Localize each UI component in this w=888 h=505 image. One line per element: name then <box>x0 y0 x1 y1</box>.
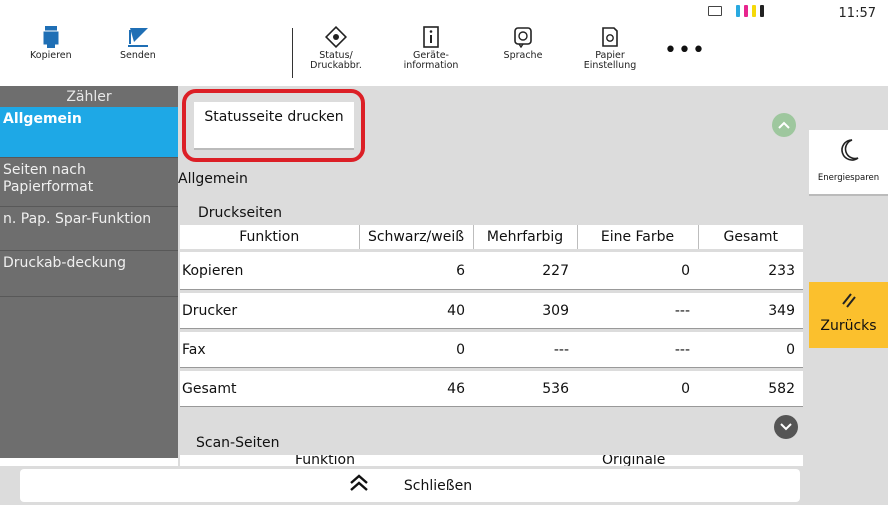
cyan-ink-icon <box>736 5 740 17</box>
energy-saver-button[interactable]: Energiesparen <box>809 130 888 196</box>
send-icon <box>126 26 150 48</box>
scan-pages-label: Scan-Seiten <box>196 435 280 451</box>
table-row: Kopieren 6 227 0 233 <box>180 252 803 293</box>
energy-saver-label: Energiesparen <box>817 173 880 183</box>
toolbar-divider <box>292 28 293 78</box>
eye-icon <box>325 26 347 48</box>
close-button[interactable]: Schließen <box>20 469 800 502</box>
scroll-up-button[interactable] <box>772 113 796 137</box>
moon-icon <box>838 138 860 169</box>
reset-label: Zurücks <box>820 318 877 334</box>
device-info-label: Geräte- information <box>403 50 459 71</box>
language-icon <box>513 26 533 48</box>
sidebar-item-print-coverage[interactable]: Druckab-deckung <box>0 251 178 297</box>
top-toolbar: 11:57 Kopieren Senden Status/ Druckabbr.… <box>0 0 888 86</box>
table-cell: 233 <box>698 252 803 293</box>
table-cell: --- <box>577 330 698 371</box>
row-label: Gesamt <box>180 369 359 410</box>
column-header: Funktion <box>180 225 360 249</box>
paper-settings-label: Papier Einstellung <box>583 50 637 71</box>
chevron-down-icon <box>780 423 792 431</box>
sidebar-item-pages-by-paper-size[interactable]: Seiten nach Papierformat <box>0 158 178 207</box>
column-header: Originale <box>602 455 666 466</box>
double-chevron-up-icon <box>348 474 370 497</box>
scan-table-header: Funktion Originale <box>180 455 803 466</box>
table-cell: 582 <box>698 369 803 410</box>
table-cell: 349 <box>698 291 803 332</box>
device-info-button[interactable]: Geräte- information <box>400 26 462 71</box>
table-cell: 40 <box>359 291 473 332</box>
cast-icon <box>708 6 722 16</box>
send-label: Senden <box>120 50 156 61</box>
table-row: Drucker 40 309 --- 349 <box>180 291 803 332</box>
language-button[interactable]: Sprache <box>498 26 548 61</box>
table-cell: 0 <box>359 330 473 371</box>
status-button[interactable]: Status/ Druckabbr. <box>310 26 362 71</box>
table-cell: 0 <box>577 369 698 410</box>
column-header: Eine Farbe <box>577 225 699 249</box>
table-cell: --- <box>577 291 698 332</box>
language-label: Sprache <box>503 50 543 61</box>
yellow-ink-icon <box>752 5 756 17</box>
copy-label: Kopieren <box>30 50 72 61</box>
row-label: Drucker <box>180 291 359 332</box>
column-header: Funktion <box>295 455 355 466</box>
table-cell: 46 <box>359 369 473 410</box>
send-button[interactable]: Senden <box>120 26 156 61</box>
sidebar-header: Zähler <box>66 89 112 105</box>
reset-button[interactable]: Zurücks <box>809 282 888 348</box>
status-icons <box>708 5 764 17</box>
more-menu-button[interactable]: ••• <box>664 38 706 63</box>
table-row: Gesamt 46 536 0 582 <box>180 369 803 410</box>
column-header: Gesamt <box>698 225 803 249</box>
print-pages-label: Druckseiten <box>198 205 282 221</box>
table-row: Fax 0 --- --- 0 <box>180 330 803 371</box>
chevron-up-icon <box>778 121 790 129</box>
reset-icon <box>839 290 859 314</box>
sidebar-item-paper-saving[interactable]: n. Pap. Spar-Funktion <box>0 207 178 251</box>
section-title: Allgemein <box>178 171 248 187</box>
column-header: Mehrfarbig <box>473 225 578 249</box>
paper-settings-icon <box>600 26 620 48</box>
black-ink-icon <box>760 5 764 17</box>
column-header: Schwarz/weiß <box>359 225 474 249</box>
close-label: Schließen <box>403 477 473 494</box>
magenta-ink-icon <box>744 5 748 17</box>
right-rail: Energiesparen Zurücks <box>805 86 888 505</box>
row-label: Fax <box>180 330 359 371</box>
row-label: Kopieren <box>180 252 359 293</box>
table-cell: 6 <box>359 252 473 293</box>
copy-button[interactable]: Kopieren <box>30 26 72 61</box>
table-cell: 0 <box>698 330 803 371</box>
table-cell: --- <box>473 330 577 371</box>
paper-settings-button[interactable]: Papier Einstellung <box>582 26 638 71</box>
table-cell: 309 <box>473 291 577 332</box>
table-cell: 0 <box>577 252 698 293</box>
sidebar-item-general[interactable]: Allgemein <box>0 107 178 158</box>
status-label: Status/ Druckabbr. <box>310 50 362 71</box>
copy-icon <box>41 26 61 48</box>
sidebar: Zähler Allgemein Seiten nach Papierforma… <box>0 86 178 458</box>
scroll-down-button[interactable] <box>774 415 798 439</box>
counter-table: Funktion Schwarz/weiß Mehrfarbig Eine Fa… <box>180 225 803 410</box>
highlight-frame <box>182 89 365 162</box>
counter-panel: Statusseite drucken Allgemein Druckseite… <box>178 86 805 466</box>
device-info-icon <box>422 26 440 48</box>
bottom-bar: Schließen <box>0 466 805 505</box>
clock: 11:57 <box>838 6 876 21</box>
table-cell: 227 <box>473 252 577 293</box>
table-cell: 536 <box>473 369 577 410</box>
